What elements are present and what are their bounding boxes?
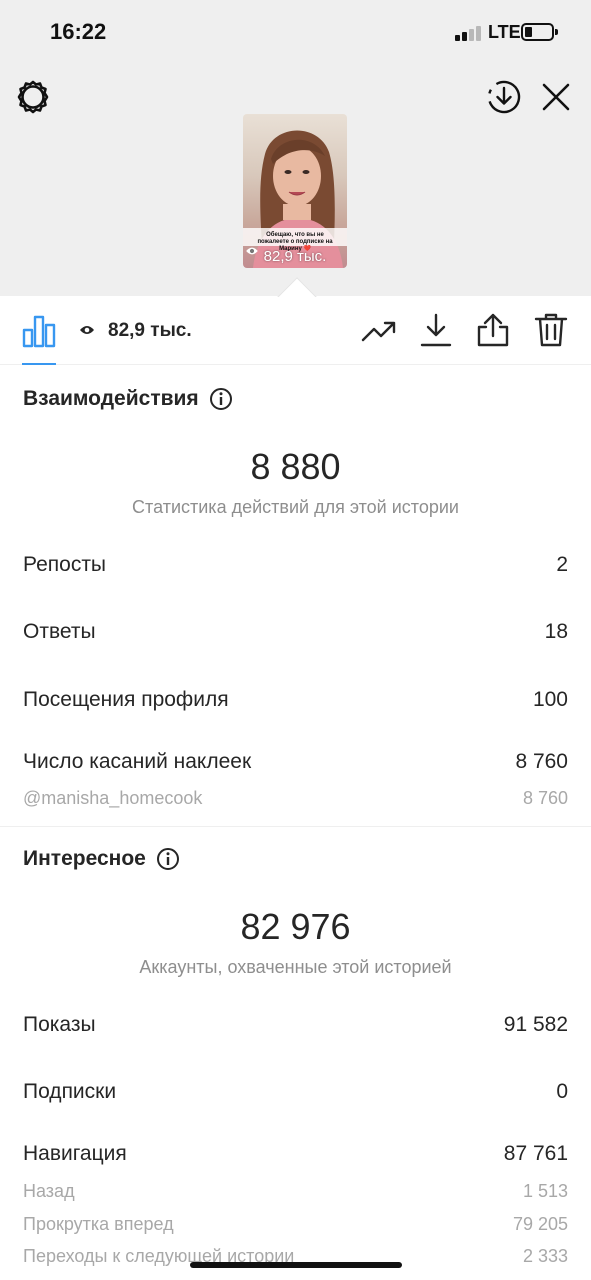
active-tab-indicator xyxy=(22,363,56,365)
metric-value: 8 760 xyxy=(515,750,568,773)
metric-value: 87 761 xyxy=(503,1142,568,1165)
eye-icon xyxy=(80,326,94,334)
metric-row: Репосты 2 xyxy=(23,553,568,577)
interactions-total: 8 880 xyxy=(250,446,341,487)
metric-label: Навигация xyxy=(23,1142,127,1165)
views-count: 82,9 тыс. xyxy=(108,320,192,341)
chart-icon[interactable] xyxy=(22,314,56,348)
story-thumbnail[interactable]: Обещаю, что вы не пожалеете о подписке н… xyxy=(243,114,347,268)
metric-value: 0 xyxy=(556,1080,568,1103)
sub-metric-value: 8 760 xyxy=(522,788,568,808)
status-bar: 16:22 LTE xyxy=(0,0,591,64)
network-label: LTE xyxy=(488,22,521,42)
metric-label: Посещения профиля xyxy=(23,688,229,711)
discovery-title: Интересное xyxy=(23,847,180,871)
trend-icon[interactable] xyxy=(361,312,397,348)
battery-icon xyxy=(521,23,554,41)
metric-label: Подписки xyxy=(23,1080,117,1103)
info-icon[interactable] xyxy=(156,847,180,871)
metric-value: 2 xyxy=(556,553,568,576)
story-views-overlay: 82,9 тыс. xyxy=(245,246,345,266)
sub-metric-label: Прокрутка вперед xyxy=(23,1214,174,1234)
sub-metric-label: @manisha_homecook xyxy=(23,788,203,808)
metric-row: Число касаний наклеек 8 760 xyxy=(23,750,568,774)
metric-label: Ответы xyxy=(23,620,96,643)
interactions-title: Взаимодействия xyxy=(23,387,233,411)
metric-row: Ответы 18 xyxy=(23,620,568,644)
metric-value: 91 582 xyxy=(503,1013,568,1036)
download-circle-icon[interactable] xyxy=(486,79,522,115)
interactions-caption: Статистика действий для этой истории xyxy=(132,497,459,517)
sub-metric-row: Назад 1 513 xyxy=(23,1181,568,1202)
metric-row: Показы 91 582 xyxy=(23,1013,568,1037)
info-icon[interactable] xyxy=(209,387,233,411)
insights-toolbar: 82,9 тыс. xyxy=(0,297,591,365)
status-time: 16:22 xyxy=(50,19,107,44)
sub-metric-value: 1 513 xyxy=(522,1181,568,1201)
metric-label: Репосты xyxy=(23,553,107,576)
battery-tip xyxy=(555,29,558,35)
sub-metric-row: Прокрутка вперед 79 205 xyxy=(23,1214,568,1235)
sub-metric-row: @manisha_homecook 8 760 xyxy=(23,788,568,809)
metric-row: Посещения профиля 100 xyxy=(23,688,568,712)
section-divider xyxy=(0,826,591,827)
close-icon[interactable] xyxy=(540,81,572,113)
discovery-title-text: Интересное xyxy=(23,847,146,870)
metric-value: 100 xyxy=(532,688,568,711)
discovery-caption: Аккаунты, охваченные этой историей xyxy=(139,957,452,977)
metric-label: Число касаний наклеек xyxy=(23,750,252,773)
discovery-total: 82 976 xyxy=(240,906,351,947)
interactions-title-text: Взаимодействия xyxy=(23,387,199,410)
settings-icon[interactable] xyxy=(14,78,52,116)
home-indicator[interactable] xyxy=(190,1262,402,1268)
share-icon[interactable] xyxy=(475,312,511,348)
sub-metric-value: 79 205 xyxy=(512,1214,568,1234)
story-views-text: 82,9 тыс. xyxy=(263,247,327,265)
metric-label: Показы xyxy=(23,1013,96,1036)
eye-icon xyxy=(246,247,258,255)
metric-row: Навигация 87 761 xyxy=(23,1142,568,1166)
sub-metric-value: 2 333 xyxy=(522,1246,568,1266)
sub-metric-label: Назад xyxy=(23,1181,75,1201)
download-icon[interactable] xyxy=(418,312,454,348)
trash-icon[interactable] xyxy=(533,312,569,348)
metric-value: 18 xyxy=(544,620,568,643)
signal-icon xyxy=(455,25,483,41)
metric-row: Подписки 0 xyxy=(23,1080,568,1104)
